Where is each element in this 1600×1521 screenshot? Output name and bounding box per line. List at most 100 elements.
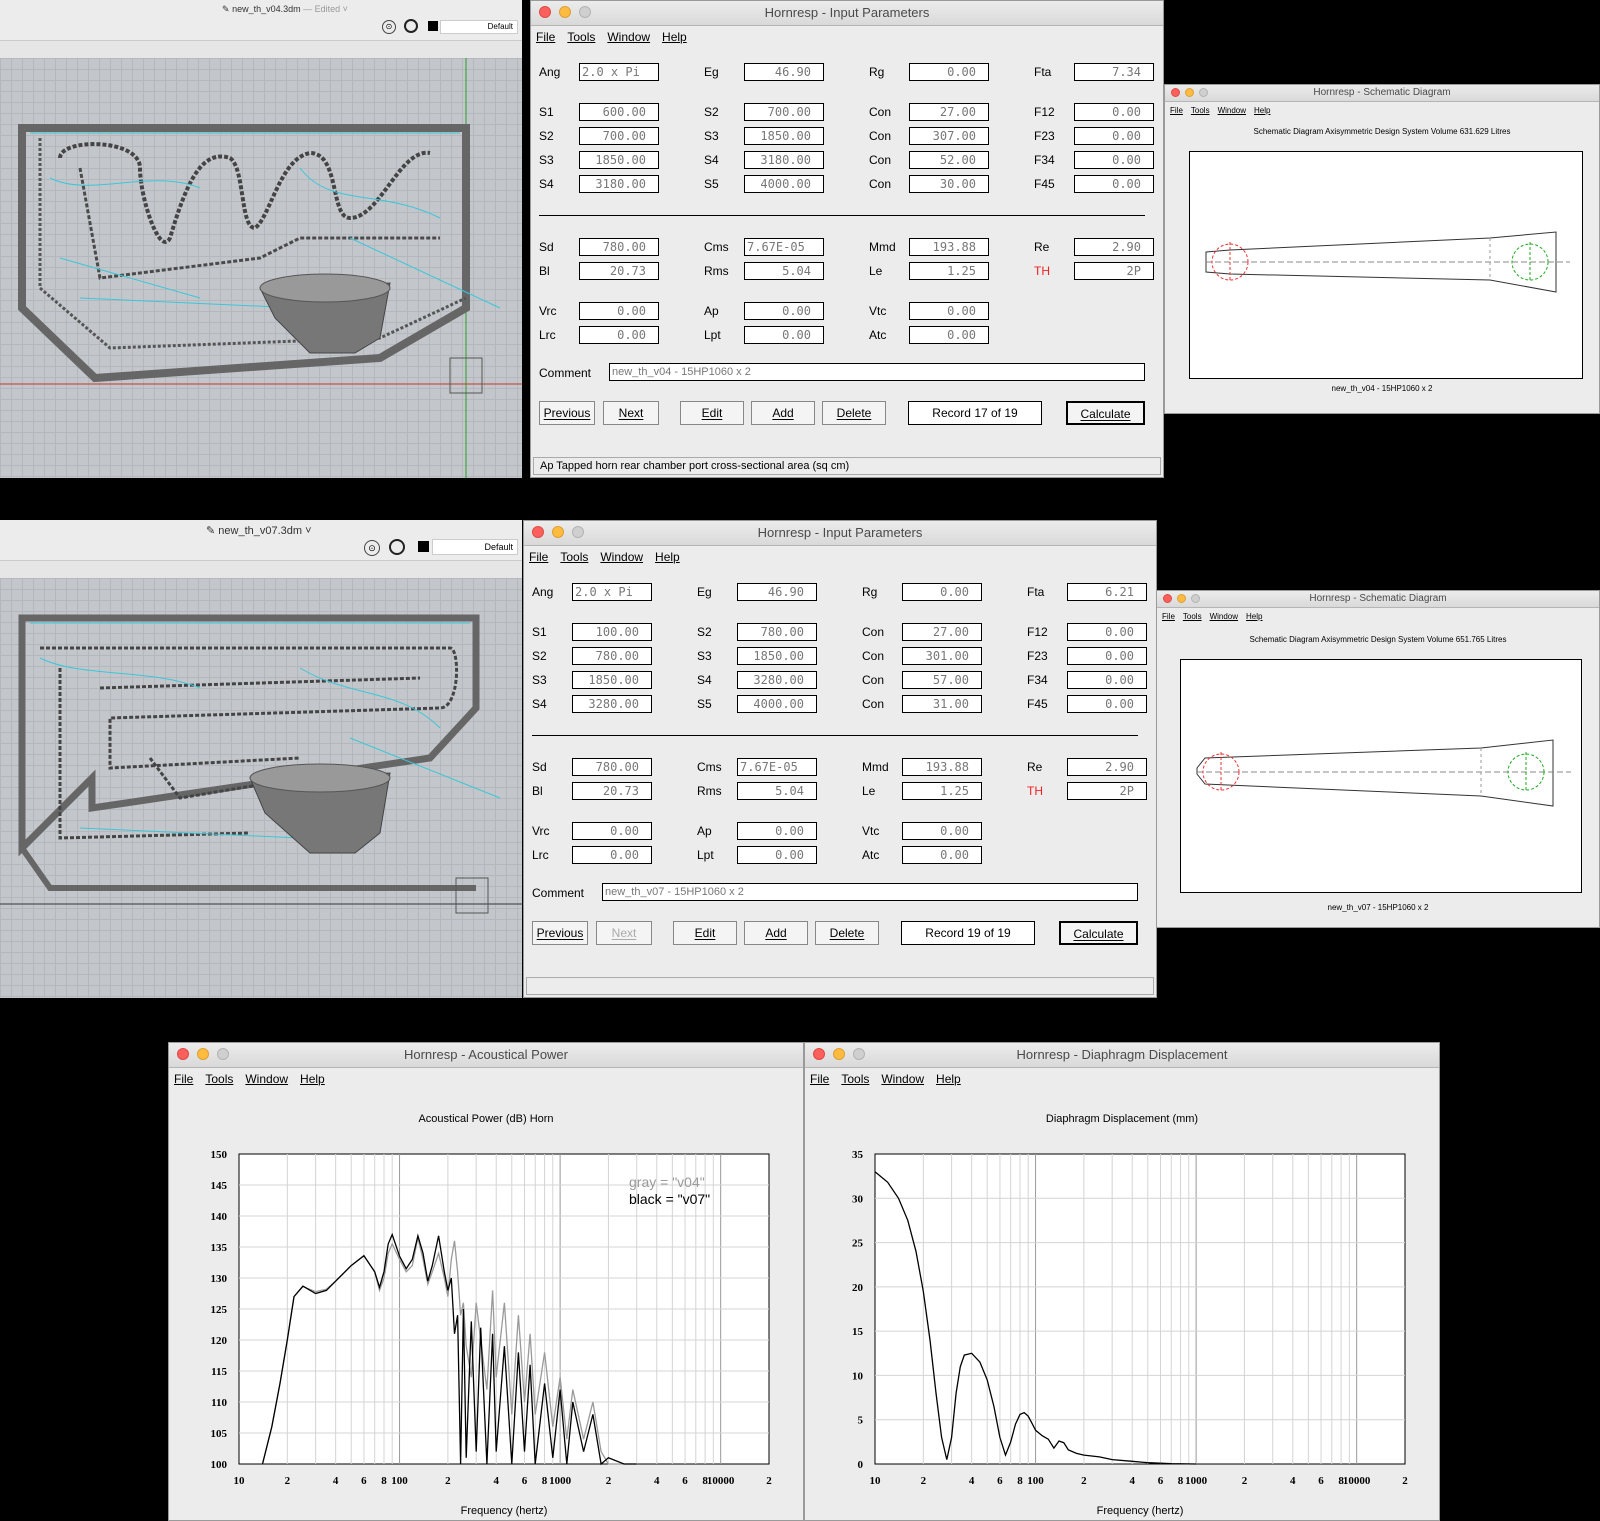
field-rg[interactable]: 0.00 — [902, 583, 982, 601]
field-s3b[interactable]: 1850.00 — [737, 647, 817, 665]
menu-help[interactable]: Help — [936, 1072, 961, 1086]
field-eg[interactable]: 46.90 — [744, 63, 824, 81]
field-s2[interactable]: 700.00 — [579, 127, 659, 145]
field-s3[interactable]: 1850.00 — [579, 151, 659, 169]
menu-file[interactable]: File — [810, 1072, 829, 1086]
field-s4b[interactable]: 3280.00 — [737, 671, 817, 689]
field-vtc[interactable]: 0.00 — [902, 822, 982, 840]
field-mmd[interactable]: 193.88 — [902, 758, 982, 776]
edit-button[interactable]: Edit — [673, 921, 737, 945]
menu-file[interactable]: File — [1170, 106, 1183, 115]
field-con4[interactable]: 30.00 — [909, 175, 989, 193]
menu-file[interactable]: File — [529, 550, 548, 564]
field-bl[interactable]: 20.73 — [572, 782, 652, 800]
field-f34[interactable]: 0.00 — [1074, 151, 1154, 169]
layer-color-swatch[interactable] — [418, 541, 429, 552]
menu-file[interactable]: File — [1162, 612, 1175, 621]
cad-viewport[interactable] — [0, 58, 522, 478]
menu-window[interactable]: Window — [1210, 612, 1238, 621]
field-cms[interactable]: 7.67E-05 — [744, 238, 824, 256]
menu-help[interactable]: Help — [655, 550, 680, 564]
field-lpt[interactable]: 0.00 — [744, 326, 824, 344]
add-button[interactable]: Add — [744, 921, 808, 945]
field-s5[interactable]: 4000.00 — [737, 695, 817, 713]
delete-button[interactable]: Delete — [815, 921, 879, 945]
osnap-icon[interactable] — [404, 19, 418, 33]
field-le[interactable]: 1.25 — [902, 782, 982, 800]
field-ang[interactable]: 2.0 x Pi — [572, 583, 652, 601]
field-con3[interactable]: 57.00 — [902, 671, 982, 689]
field-mmd[interactable]: 193.88 — [909, 238, 989, 256]
menu-tools[interactable]: Tools — [1183, 612, 1202, 621]
field-rms[interactable]: 5.04 — [737, 782, 817, 800]
add-button[interactable]: Add — [751, 401, 815, 425]
edit-button[interactable]: Edit — [680, 401, 744, 425]
menu-help[interactable]: Help — [300, 1072, 325, 1086]
previous-button[interactable]: Previous — [539, 401, 595, 425]
field-vrc[interactable]: 0.00 — [572, 822, 652, 840]
field-atc[interactable]: 0.00 — [902, 846, 982, 864]
previous-button[interactable]: Previous — [532, 921, 588, 945]
field-con2[interactable]: 301.00 — [902, 647, 982, 665]
delete-button[interactable]: Delete — [822, 401, 886, 425]
field-bl[interactable]: 20.73 — [579, 262, 659, 280]
menu-window[interactable]: Window — [607, 30, 650, 44]
menu-window[interactable]: Window — [1218, 106, 1246, 115]
field-rms[interactable]: 5.04 — [744, 262, 824, 280]
field-con2[interactable]: 307.00 — [909, 127, 989, 145]
cad-viewport[interactable] — [0, 578, 522, 998]
field-s2b[interactable]: 700.00 — [744, 103, 824, 121]
field-le[interactable]: 1.25 — [909, 262, 989, 280]
field-vtc[interactable]: 0.00 — [909, 302, 989, 320]
field-s5[interactable]: 4000.00 — [744, 175, 824, 193]
field-f45[interactable]: 0.00 — [1067, 695, 1147, 713]
comment-field[interactable]: new_th_v04 - 15HP1060 x 2 — [609, 363, 1145, 381]
field-con4[interactable]: 31.00 — [902, 695, 982, 713]
field-f23[interactable]: 0.00 — [1074, 127, 1154, 145]
field-s4b[interactable]: 3180.00 — [744, 151, 824, 169]
menu-help[interactable]: Help — [1246, 612, 1262, 621]
menu-help[interactable]: Help — [662, 30, 687, 44]
layer-dropdown[interactable]: Default — [432, 539, 518, 555]
field-f34[interactable]: 0.00 — [1067, 671, 1147, 689]
field-re[interactable]: 2.90 — [1074, 238, 1154, 256]
layer-color-swatch[interactable] — [428, 21, 438, 31]
field-f45[interactable]: 0.00 — [1074, 175, 1154, 193]
menu-tools[interactable]: Tools — [205, 1072, 233, 1086]
field-fta[interactable]: 6.21 — [1067, 583, 1147, 601]
menu-window[interactable]: Window — [245, 1072, 288, 1086]
menu-tools[interactable]: Tools — [1191, 106, 1210, 115]
field-ap[interactable]: 0.00 — [737, 822, 817, 840]
gumball-icon[interactable]: ⊙ — [382, 20, 396, 34]
field-ap[interactable]: 0.00 — [744, 302, 824, 320]
field-s1[interactable]: 600.00 — [579, 103, 659, 121]
field-rg[interactable]: 0.00 — [909, 63, 989, 81]
field-ang[interactable]: 2.0 x Pi — [579, 63, 659, 81]
menu-window[interactable]: Window — [881, 1072, 924, 1086]
menu-tools[interactable]: Tools — [841, 1072, 869, 1086]
field-f12[interactable]: 0.00 — [1067, 623, 1147, 641]
field-con1[interactable]: 27.00 — [909, 103, 989, 121]
field-s4[interactable]: 3180.00 — [579, 175, 659, 193]
field-con3[interactable]: 52.00 — [909, 151, 989, 169]
field-f12[interactable]: 0.00 — [1074, 103, 1154, 121]
field-s2[interactable]: 780.00 — [572, 647, 652, 665]
menu-file[interactable]: File — [536, 30, 555, 44]
gumball-icon[interactable]: ⊙ — [364, 540, 380, 556]
menu-tools[interactable]: Tools — [567, 30, 595, 44]
field-lrc[interactable]: 0.00 — [579, 326, 659, 344]
layer-dropdown[interactable]: Default — [440, 20, 518, 34]
field-th[interactable]: 2P — [1074, 262, 1154, 280]
field-re[interactable]: 2.90 — [1067, 758, 1147, 776]
field-sd[interactable]: 780.00 — [572, 758, 652, 776]
comment-field[interactable]: new_th_v07 - 15HP1060 x 2 — [602, 883, 1138, 901]
menu-help[interactable]: Help — [1254, 106, 1270, 115]
osnap-icon[interactable] — [389, 539, 405, 555]
field-s1[interactable]: 100.00 — [572, 623, 652, 641]
field-s2b[interactable]: 780.00 — [737, 623, 817, 641]
field-atc[interactable]: 0.00 — [909, 326, 989, 344]
field-fta[interactable]: 7.34 — [1074, 63, 1154, 81]
next-button[interactable]: Next — [596, 921, 652, 945]
menu-window[interactable]: Window — [600, 550, 643, 564]
calculate-button[interactable]: Calculate — [1066, 401, 1145, 425]
